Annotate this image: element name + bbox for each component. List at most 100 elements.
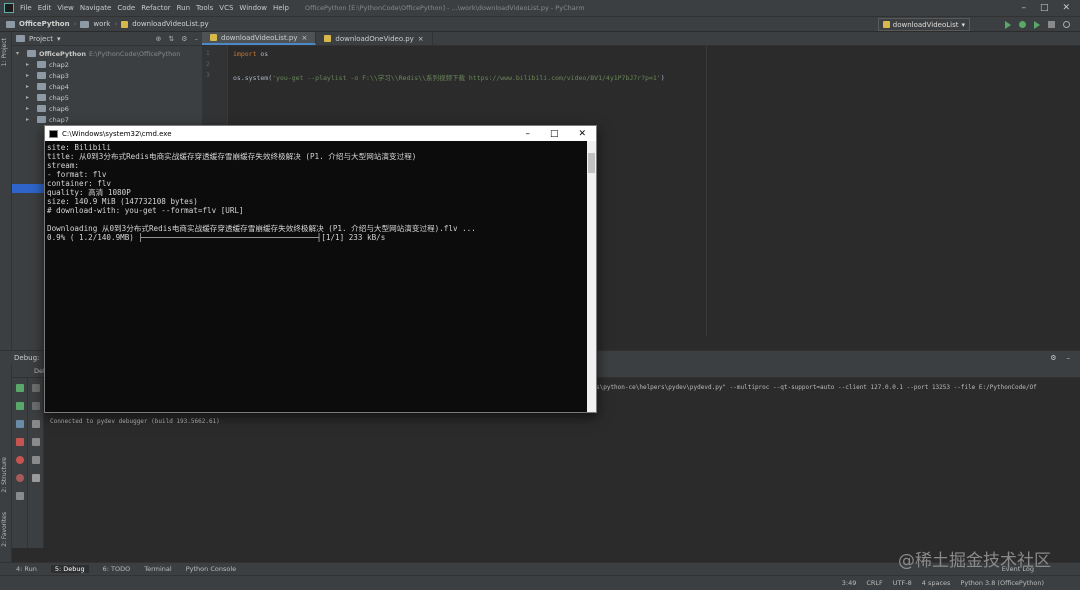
project-panel-header: Project ▾ ⊕ ⇅ ⚙ – (12, 32, 202, 46)
favorites-tool-tab[interactable]: 2: Favorites (1, 512, 8, 547)
indent-setting[interactable]: 4 spaces (922, 579, 951, 587)
folder-icon (37, 116, 46, 123)
debug-toolbar-secondary (28, 378, 44, 548)
folder-icon (37, 94, 46, 101)
cmd-scrollbar[interactable] (587, 141, 596, 412)
soft-wrap-icon[interactable] (32, 438, 40, 446)
run-icon[interactable] (1005, 20, 1011, 29)
close-icon[interactable]: × (418, 35, 424, 43)
menu-code[interactable]: Code (117, 4, 135, 12)
project-tool-tab[interactable]: 1: Project (1, 38, 8, 66)
menu-bar: File Edit View Navigate Code Refactor Ru… (0, 0, 1080, 16)
pause-icon[interactable] (16, 420, 24, 428)
tree-item-label: OfficePython (39, 49, 86, 58)
tab-python-console[interactable]: Python Console (186, 565, 236, 573)
run-with-coverage-icon[interactable] (1034, 20, 1040, 29)
debug-toolbar-primary (12, 378, 28, 548)
tree-item-chap2[interactable]: ▸ chap2 (16, 59, 202, 70)
resume-icon[interactable] (16, 402, 24, 410)
menu-help[interactable]: Help (273, 4, 289, 12)
tree-item-chap4[interactable]: ▸ chap4 (16, 81, 202, 92)
right-margin-guide (706, 46, 707, 336)
file-encoding[interactable]: UTF-8 (893, 579, 912, 587)
gear-icon[interactable]: ⚙ (1050, 354, 1056, 362)
menu-refactor[interactable]: Refactor (141, 4, 170, 12)
scrollbar-thumb[interactable] (588, 153, 595, 173)
search-icon[interactable] (1063, 21, 1070, 28)
menu-view[interactable]: View (57, 4, 74, 12)
step-into-icon[interactable] (32, 402, 40, 410)
minimize-button[interactable]: – (1021, 3, 1026, 13)
pycharm-logo-icon (4, 3, 14, 13)
editor-tab-bar: downloadVideoList.py × downloadOneVideo.… (202, 32, 1080, 46)
trash-icon[interactable] (32, 474, 40, 482)
code-line-1: import os (233, 50, 268, 58)
hide-icon[interactable]: – (195, 35, 199, 43)
stop-icon[interactable] (16, 438, 24, 446)
view-breakpoints-icon[interactable] (16, 456, 24, 464)
breadcrumb-file[interactable]: downloadVideoList.py (132, 20, 209, 28)
tab-terminal[interactable]: Terminal (144, 565, 171, 573)
tree-item-chap5[interactable]: ▸ chap5 (16, 92, 202, 103)
line-number: 1 (206, 50, 210, 57)
cmd-line: site: Bilibili (47, 143, 112, 152)
tab-run[interactable]: 4: Run (16, 565, 37, 573)
tree-item-chap7[interactable]: ▸ chap7 (16, 114, 202, 125)
menu-edit[interactable]: Edit (38, 4, 52, 12)
folder-icon (37, 105, 46, 112)
chevron-right-icon: ▸ (26, 72, 30, 79)
caret-position[interactable]: 3:49 (842, 579, 857, 587)
cmd-progress-line: 0.9% ( 1.2/140.9MB) ├───────────────────… (47, 233, 386, 242)
cmd-line: quality: 高清 1080P (47, 188, 131, 197)
debug-icon[interactable] (1019, 21, 1026, 28)
run-configuration-select[interactable]: downloadVideoList ▾ (877, 18, 970, 31)
cmd-title-bar[interactable]: C:\Windows\system32\cmd.exe – □ ✕ (45, 126, 596, 141)
tree-item-root[interactable]: ▾ OfficePython E:\PythonCode\OfficePytho… (16, 48, 202, 59)
maximize-button[interactable]: □ (1040, 3, 1049, 13)
menu-vcs[interactable]: VCS (219, 4, 233, 12)
breadcrumb-folder[interactable]: work (93, 20, 110, 28)
scroll-to-end-icon[interactable] (32, 420, 40, 428)
line-separator[interactable]: CRLF (866, 579, 882, 587)
minimize-button[interactable]: – (525, 129, 530, 139)
stop-icon[interactable] (1048, 21, 1055, 28)
rerun-icon[interactable] (16, 384, 24, 392)
code-string: 'you-get --playlist -o F:\\学习\\Redis\\系列… (272, 74, 661, 82)
tree-item-chap3[interactable]: ▸ chap3 (16, 70, 202, 81)
tree-item-label: chap2 (49, 60, 69, 69)
menu-file[interactable]: File (20, 4, 32, 12)
chevron-right-icon: ▸ (26, 116, 30, 123)
hide-icon[interactable]: – (1067, 354, 1071, 362)
gear-icon[interactable]: ⚙ (181, 35, 187, 43)
mute-breakpoints-icon[interactable] (16, 474, 24, 482)
menu-navigate[interactable]: Navigate (80, 4, 111, 12)
tree-item-path: E:\PythonCode\OfficePython (89, 49, 181, 58)
cmd-window[interactable]: C:\Windows\system32\cmd.exe – □ ✕ site: … (44, 125, 597, 413)
print-icon[interactable] (32, 456, 40, 464)
cmd-line: size: 140.9 MiB (147732108 bytes) (47, 197, 198, 206)
tab-download-one-video[interactable]: downloadOneVideo.py × (316, 32, 433, 45)
close-button[interactable]: ✕ (1062, 3, 1070, 13)
tab-debug[interactable]: 5: Debug (50, 565, 89, 573)
settings-icon[interactable] (16, 492, 24, 500)
tab-todo[interactable]: 6: TODO (103, 565, 131, 573)
collapse-icon[interactable]: ⇅ (168, 35, 174, 43)
python-file-icon (882, 21, 890, 28)
structure-tool-tab[interactable]: 2: Structure (1, 457, 8, 493)
maximize-button[interactable]: □ (550, 129, 559, 139)
python-interpreter[interactable]: Python 3.8 (OfficePython) (960, 579, 1044, 587)
tab-download-video-list[interactable]: downloadVideoList.py × (202, 32, 317, 45)
python-file-icon (324, 35, 332, 42)
breadcrumb-project[interactable]: OfficePython (19, 20, 70, 28)
menu-tools[interactable]: Tools (196, 4, 213, 12)
menu-run[interactable]: Run (177, 4, 190, 12)
project-panel-title[interactable]: Project (29, 35, 53, 43)
locate-icon[interactable]: ⊕ (155, 35, 161, 43)
step-over-icon[interactable] (32, 384, 40, 392)
tree-item-chap6[interactable]: ▸ chap6 (16, 103, 202, 114)
cmd-line: # download-with: you-get --format=flv [U… (47, 206, 244, 215)
menu-window[interactable]: Window (239, 4, 267, 12)
close-button[interactable]: ✕ (578, 129, 586, 139)
chevron-down-icon[interactable]: ▾ (57, 35, 61, 43)
close-icon[interactable]: × (302, 34, 308, 42)
